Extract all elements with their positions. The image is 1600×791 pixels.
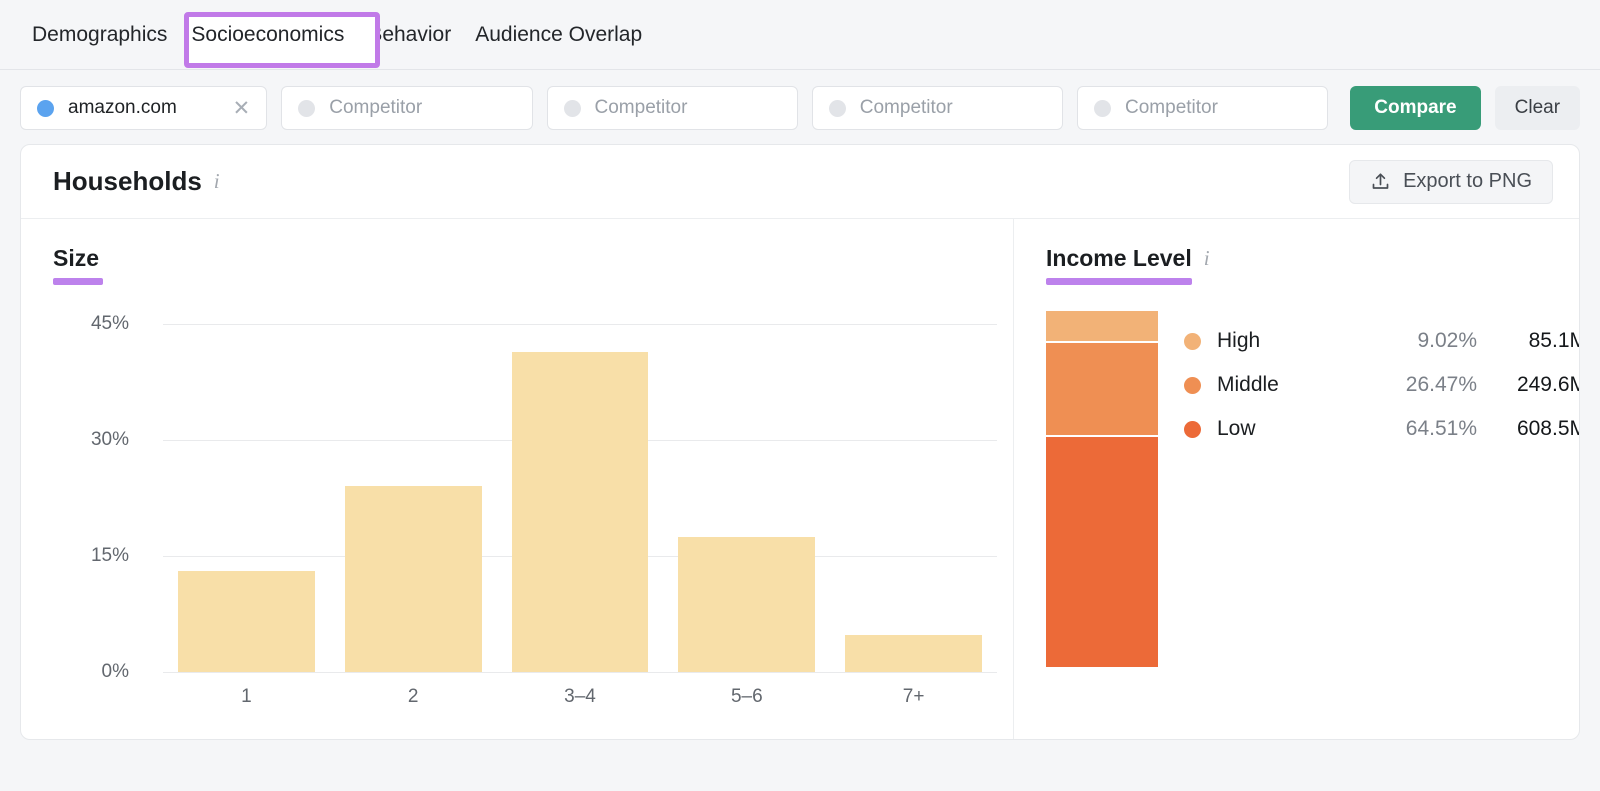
legend-percent-high: 9.02% xyxy=(1417,329,1477,352)
competitor-chip-label: Competitor xyxy=(329,97,423,118)
bar-slot-3 xyxy=(497,324,664,672)
bar-slot-1 xyxy=(163,324,330,672)
legend-dot-low xyxy=(1184,420,1201,438)
card-body: Size 45% 30% 15% 0% 1 2 3–4 5–6 7+ Incom… xyxy=(21,219,1580,739)
tab-bar: Demographics Socioeconomics Behavior Aud… xyxy=(0,0,1600,70)
size-panel: Size 45% 30% 15% 0% 1 2 3–4 5–6 7+ xyxy=(21,219,1014,739)
income-legend: High 9.02% 85.1M Middle 26.47% 249.6M Lo… xyxy=(1184,311,1580,667)
legend-dot-high xyxy=(1184,332,1201,350)
y-tick-15: 15% xyxy=(90,545,129,566)
legend-row-low: Low 64.51% 608.5M xyxy=(1184,407,1580,451)
domain-color-dot xyxy=(37,99,54,117)
income-panel-header: Income Level i xyxy=(1046,245,1579,272)
competitor-chip-4[interactable]: Competitor xyxy=(1077,86,1329,130)
size-title-underline xyxy=(53,278,103,285)
competitor-chip-2[interactable]: Competitor xyxy=(546,86,798,130)
competitor-color-dot xyxy=(563,99,581,117)
size-panel-title: Size xyxy=(53,245,100,271)
legend-row-high: High 9.02% 85.1M xyxy=(1184,319,1579,363)
tab-demographics[interactable]: Demographics xyxy=(20,0,179,70)
income-segment-high[interactable] xyxy=(1046,311,1158,344)
x-axis-labels: 1 2 3–4 5–6 7+ xyxy=(163,686,997,708)
legend-dot-middle xyxy=(1184,376,1201,394)
bar-4[interactable] xyxy=(678,536,816,672)
competitor-color-dot xyxy=(1094,99,1112,117)
tab-socioeconomics[interactable]: Socioeconomics xyxy=(179,0,356,70)
bar-slot-5 xyxy=(830,324,997,672)
bar-2[interactable] xyxy=(344,485,482,672)
legend-value-middle: 249.6M xyxy=(1516,373,1580,396)
tab-behavior[interactable]: Behavior xyxy=(356,0,463,70)
competitor-chip-1[interactable]: Competitor xyxy=(281,86,533,130)
legend-percent-middle: 26.47% xyxy=(1405,373,1477,396)
gridline-0 xyxy=(163,672,997,673)
competitor-color-dot xyxy=(828,99,846,117)
legend-value-high: 85.1M xyxy=(1528,329,1579,352)
domain-chip-label: amazon.com xyxy=(68,97,177,118)
income-level-panel: Income Level i High 9.02% 85.1 Middle 26… xyxy=(1014,219,1580,739)
bar-group xyxy=(163,324,997,672)
bar-1[interactable] xyxy=(178,571,315,672)
x-tick-3: 3–4 xyxy=(564,686,596,707)
competitor-color-dot xyxy=(298,99,316,117)
x-tick-5: 7+ xyxy=(902,686,925,707)
bar-5[interactable] xyxy=(845,634,982,672)
competitor-selector-row: amazon.com ✕ Competitor Competitor Compe… xyxy=(0,70,1600,144)
compare-button[interactable]: Compare xyxy=(1350,86,1481,130)
clear-button[interactable]: Clear xyxy=(1494,86,1581,130)
x-tick-1: 1 xyxy=(241,686,252,707)
legend-label-low: Low xyxy=(1217,417,1256,440)
y-tick-0: 0% xyxy=(101,661,129,682)
export-button-label: Export to PNG xyxy=(1403,170,1532,192)
competitor-chip-label: Competitor xyxy=(859,97,953,118)
info-icon[interactable]: i xyxy=(1204,246,1210,271)
legend-percent-low: 64.51% xyxy=(1405,417,1477,440)
tab-audience-overlap[interactable]: Audience Overlap xyxy=(463,0,654,70)
competitor-chip-label: Competitor xyxy=(1125,97,1218,118)
bar-slot-4 xyxy=(663,324,830,672)
x-tick-2: 2 xyxy=(407,686,419,707)
x-tick-4: 5–6 xyxy=(730,686,763,707)
size-plot-area: 45% 30% 15% 0% xyxy=(91,313,997,682)
card-title-group: Households i xyxy=(53,166,220,197)
legend-row-middle: Middle 26.47% 249.6M xyxy=(1184,363,1580,407)
legend-label-middle: Middle xyxy=(1217,373,1279,396)
size-bar-chart: 45% 30% 15% 0% 1 2 3–4 5–6 7+ xyxy=(53,311,1013,711)
domain-chip-amazon[interactable]: amazon.com ✕ xyxy=(20,86,268,130)
income-chart: High 9.02% 85.1M Middle 26.47% 249.6M Lo… xyxy=(1046,311,1580,667)
bar-slot-2 xyxy=(330,324,497,672)
page-title: Households xyxy=(53,166,202,196)
info-icon[interactable]: i xyxy=(214,169,220,194)
income-segment-low[interactable] xyxy=(1046,437,1158,667)
upload-icon xyxy=(1370,171,1391,192)
households-card: Households i Export to PNG Size 45% 30% … xyxy=(20,144,1580,740)
size-panel-header: Size xyxy=(53,245,1013,272)
bar-3[interactable] xyxy=(511,351,649,672)
y-tick-30: 30% xyxy=(90,429,129,450)
export-to-png-button[interactable]: Export to PNG xyxy=(1349,159,1553,204)
competitor-chip-label: Competitor xyxy=(594,97,688,118)
legend-label-high: High xyxy=(1217,329,1261,352)
income-stacked-bar xyxy=(1046,311,1158,667)
competitor-chip-3[interactable]: Competitor xyxy=(811,86,1064,130)
y-tick-45: 45% xyxy=(90,313,129,334)
income-segment-middle[interactable] xyxy=(1046,343,1158,438)
income-title-underline xyxy=(1046,278,1192,285)
legend-value-low: 608.5M xyxy=(1516,417,1580,440)
income-panel-title: Income Level xyxy=(1046,245,1192,271)
close-icon[interactable]: ✕ xyxy=(225,98,251,119)
card-header: Households i Export to PNG xyxy=(21,145,1579,219)
